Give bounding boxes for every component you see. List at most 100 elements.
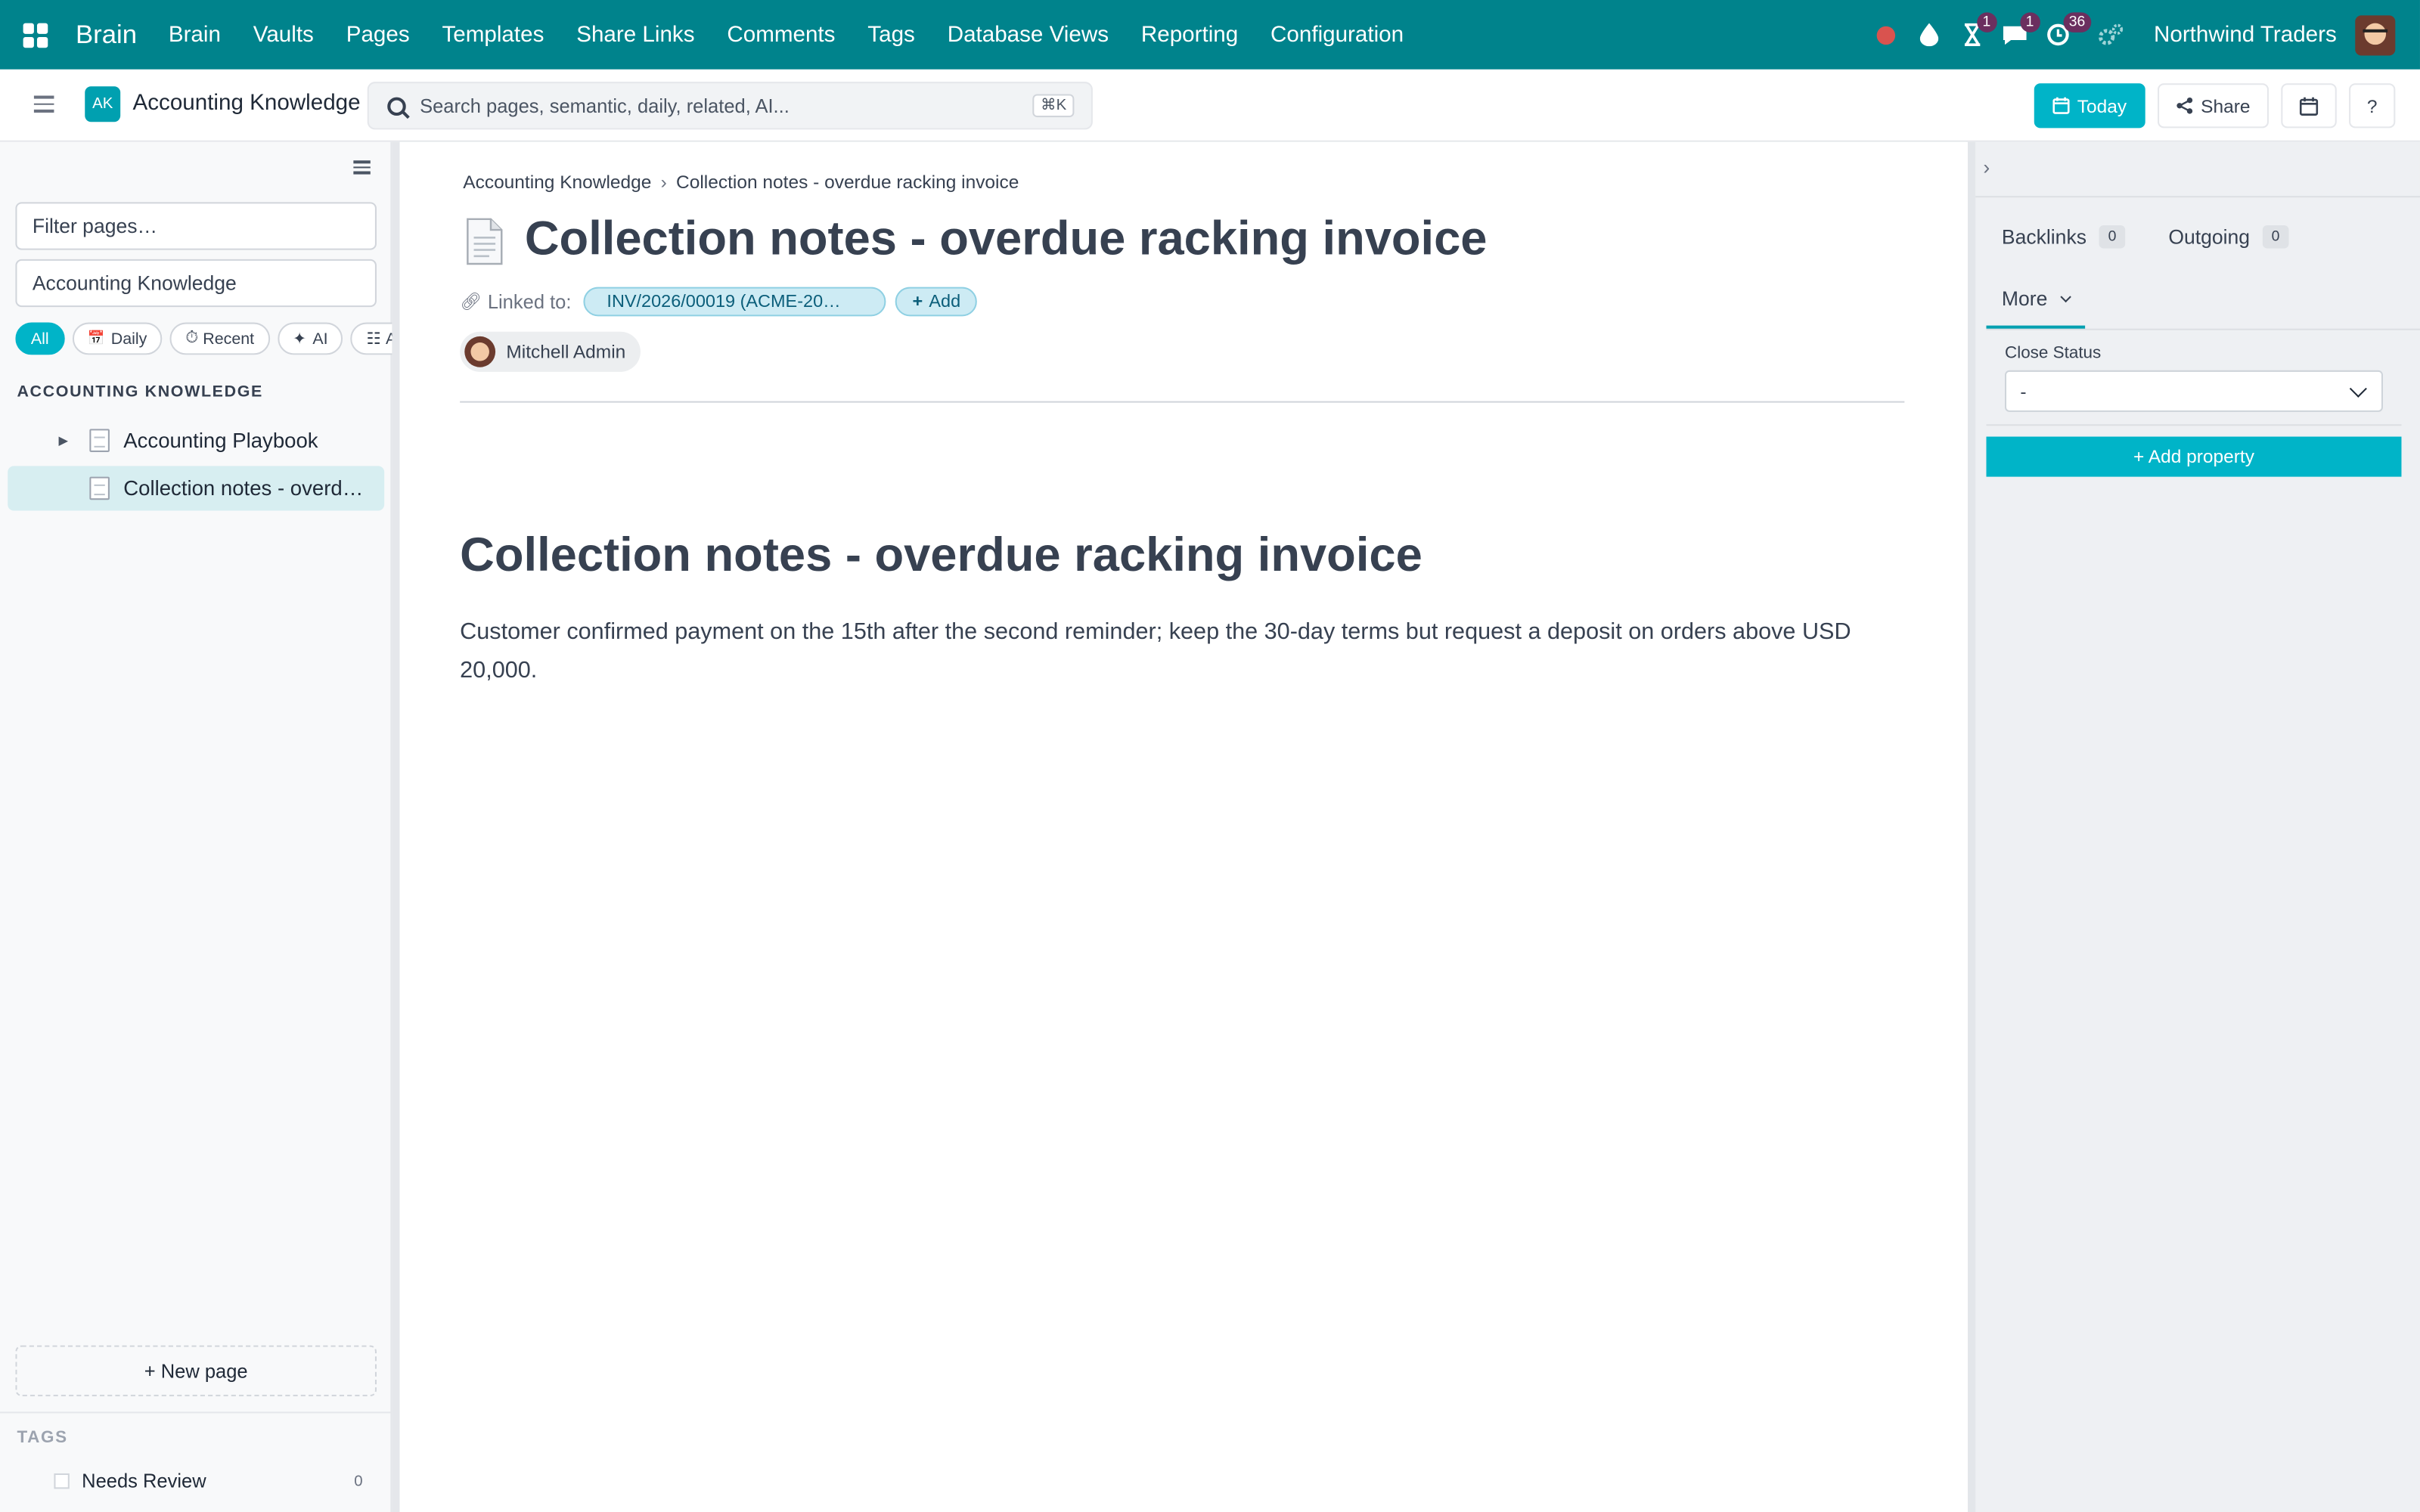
sidebar-divider — [0, 1411, 392, 1414]
menu-configuration[interactable]: Configuration — [1255, 23, 1420, 48]
menu-reporting[interactable]: Reporting — [1125, 23, 1254, 48]
today-button[interactable]: Today — [2034, 83, 2145, 129]
tree-item-label: Collection notes - overdue racking invoi… — [123, 476, 371, 500]
company-switcher[interactable]: Northwind Traders — [2154, 23, 2337, 48]
tree-item-label: Accounting Playbook — [123, 429, 318, 452]
breadcrumb-separator: › — [660, 171, 667, 194]
share-button[interactable]: Share — [2157, 83, 2269, 129]
tree-item-collection-notes[interactable]: Collection notes - overdue racking invoi… — [8, 466, 385, 511]
today-label: Today — [2077, 94, 2127, 117]
content-heading[interactable]: Collection notes - overdue racking invoi… — [460, 528, 1423, 583]
outgoing-label: Outgoing — [2168, 225, 2251, 249]
hourglass-icon[interactable]: 1 — [1950, 0, 1997, 70]
page-document-icon[interactable] — [461, 218, 507, 265]
menu-templates[interactable]: Templates — [426, 23, 560, 48]
chip-recent[interactable]: ⏱ Recent — [169, 322, 270, 355]
search-icon — [387, 96, 406, 116]
tab-outgoing[interactable]: Outgoing 0 — [2168, 225, 2289, 249]
page-title[interactable]: Collection notes - overdue racking invoi… — [525, 212, 1488, 267]
select-chevron-icon — [2349, 380, 2367, 398]
chip-ai[interactable]: ✦ AI — [277, 322, 343, 355]
droplet-icon[interactable] — [1907, 0, 1950, 70]
tab-more[interactable]: More — [2001, 287, 2072, 311]
chip-all-label: All — [30, 329, 49, 349]
updates-badge: 36 — [2062, 12, 2092, 33]
page-filter-chips: All 📅Daily ⏱Recent ✦AI ☷A — [15, 322, 392, 355]
apps-grid-icon[interactable] — [23, 22, 48, 48]
tags-section-title: TAGS — [17, 1428, 68, 1448]
share-label: Share — [2201, 94, 2251, 117]
archive-icon: ☷ — [366, 329, 381, 349]
app-brand[interactable]: Brain — [76, 20, 137, 51]
sidebar-resize-handle[interactable] — [392, 141, 400, 1512]
chip-all[interactable]: All — [15, 322, 65, 355]
breadcrumb-current: Collection notes - overdue racking invoi… — [676, 171, 1019, 194]
chip-ai-label: AI — [312, 329, 328, 349]
author-chip[interactable]: Mitchell Admin — [460, 331, 641, 372]
page-icon — [89, 476, 110, 500]
outgoing-count: 0 — [2262, 225, 2289, 249]
menu-tags[interactable]: Tags — [852, 23, 931, 48]
user-avatar[interactable] — [2355, 14, 2396, 55]
menu-share-links[interactable]: Share Links — [560, 23, 711, 48]
settings-gears-icon[interactable] — [2089, 0, 2132, 70]
breadcrumb-vault[interactable]: Accounting Knowledge — [463, 172, 651, 194]
menu-pages[interactable]: Pages — [330, 23, 426, 48]
tree-item-accounting-playbook[interactable]: ▶ Accounting Playbook — [8, 418, 384, 463]
search-input[interactable] — [420, 94, 1022, 117]
vault-section-title: ACCOUNTING KNOWLEDGE — [17, 383, 263, 401]
tag-checkbox[interactable] — [54, 1473, 70, 1489]
menu-comments[interactable]: Comments — [711, 23, 852, 48]
header-divider — [460, 401, 1905, 403]
page-icon — [89, 429, 110, 452]
property-divider — [1986, 424, 2402, 426]
chevron-right-icon[interactable]: › — [1983, 156, 1990, 179]
vault-toolbar: AK Accounting Knowledge ⌘K Today Share ? — [0, 69, 2420, 142]
chip-archive[interactable]: ☷A — [351, 322, 392, 355]
linked-label: Linked to: — [487, 290, 572, 313]
plus-icon: + — [912, 292, 923, 311]
search-box[interactable]: ⌘K — [367, 82, 1093, 130]
vault-title[interactable]: Accounting Knowledge — [133, 91, 361, 116]
author-name: Mitchell Admin — [506, 341, 626, 363]
menu-database-views[interactable]: Database Views — [931, 23, 1125, 48]
content-paragraph[interactable]: Customer confirmed payment on the 15th a… — [460, 612, 1910, 689]
calendar-button[interactable] — [2281, 83, 2337, 129]
backlinks-label: Backlinks — [2001, 225, 2087, 249]
add-link-button[interactable]: + Add — [895, 287, 978, 317]
expand-caret-icon[interactable]: ▶ — [59, 433, 74, 447]
chat-icon[interactable]: 1 — [1993, 0, 2040, 70]
active-tab-indicator — [1986, 325, 2086, 329]
sidebar-menu-icon[interactable] — [353, 160, 371, 175]
new-page-button[interactable]: + New page — [15, 1345, 377, 1396]
linked-records: 🔗︎ Linked to: INV/2026/00019 (ACME-20… +… — [460, 287, 978, 317]
chevron-down-icon — [2060, 291, 2072, 303]
vault-avatar: AK — [85, 86, 121, 122]
calendar-outline-icon — [2299, 96, 2319, 115]
more-label: More — [2001, 287, 2048, 311]
tag-count: 0 — [354, 1472, 363, 1490]
chip-daily[interactable]: 📅 Daily — [72, 322, 163, 355]
clock-icon[interactable]: 36 — [2037, 0, 2092, 70]
tabs-underline — [1986, 328, 2420, 330]
linked-invoice-chip[interactable]: INV/2026/00019 (ACME-20… — [583, 287, 886, 317]
help-button[interactable]: ? — [2349, 83, 2396, 129]
tab-backlinks[interactable]: Backlinks 0 — [2002, 225, 2126, 249]
filter-pages-input[interactable] — [15, 202, 377, 250]
menu-vaults[interactable]: Vaults — [237, 23, 330, 48]
tag-item-needs-review[interactable]: Needs Review 0 — [54, 1470, 370, 1492]
recording-indicator-icon[interactable] — [1863, 0, 1907, 70]
close-status-select[interactable]: - — [2004, 370, 2383, 412]
chip-archive-label: A — [386, 330, 392, 348]
calendar-emoji-icon: 📅 — [87, 330, 105, 346]
search-shortcut-hint: ⌘K — [1032, 94, 1075, 118]
systray: 1 1 36 Northwind Traders — [1863, 0, 2420, 70]
backlinks-count: 0 — [2099, 225, 2126, 249]
menu-brain[interactable]: Brain — [152, 23, 237, 48]
add-property-button[interactable]: + Add property — [1986, 436, 2402, 477]
vault-filter-field[interactable] — [15, 259, 377, 308]
close-status-label: Close Status — [2004, 344, 2102, 363]
sidebar-toggle-icon[interactable] — [33, 95, 54, 113]
header-actions: Today Share ? — [2034, 83, 2396, 129]
chip-daily-label: Daily — [110, 329, 147, 349]
